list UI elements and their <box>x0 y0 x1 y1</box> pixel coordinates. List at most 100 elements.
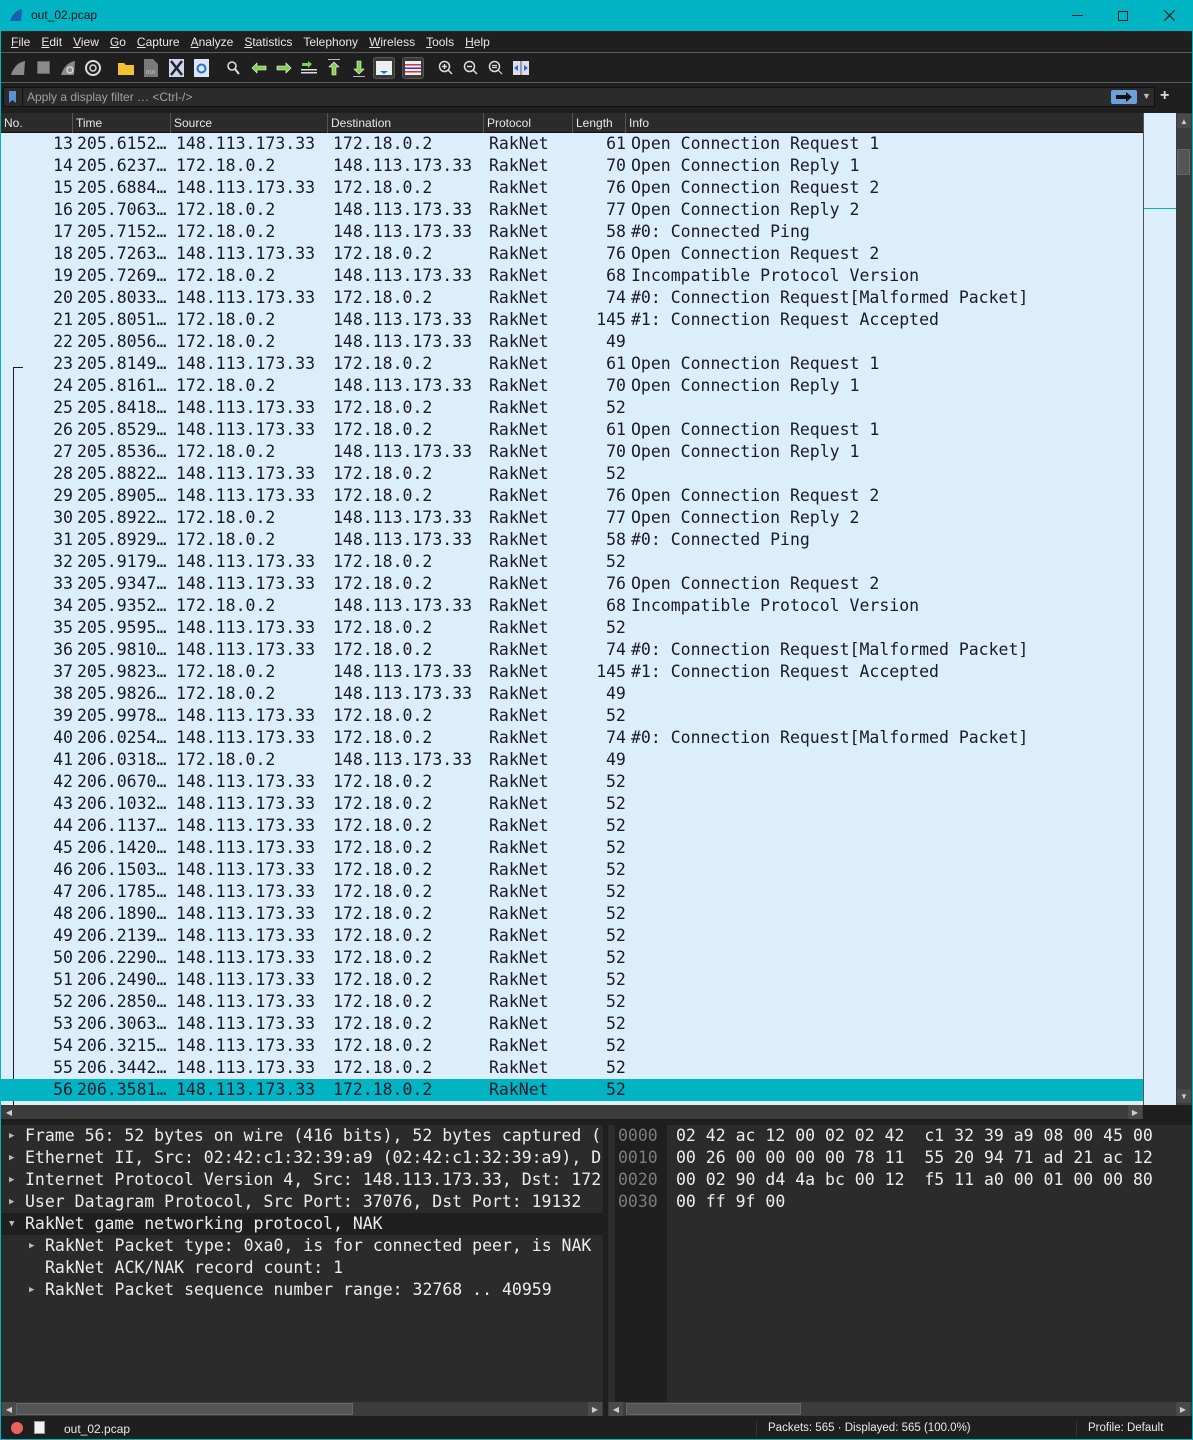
packet-row[interactable]: 52 206.2850… 148.113.173.33 172.18.0.2 RakNe… <box>1 991 1143 1013</box>
packet-row[interactable]: 19 205.7269… 172.18.0.2 148.113.173.33 RakNe… <box>1 265 1143 287</box>
maximize-button[interactable] <box>1100 0 1146 31</box>
packet-row[interactable]: 29 205.8905… 148.113.173.33 172.18.0.2 RakNe… <box>1 485 1143 507</box>
column-header-protocol[interactable]: Protocol <box>484 113 573 133</box>
packet-row[interactable]: 55 206.3442… 148.113.173.33 172.18.0.2 RakNe… <box>1 1057 1143 1079</box>
scroll-right-arrow-icon[interactable]: ▶ <box>588 1402 602 1416</box>
packet-list-horizontal-scrollbar[interactable]: ◀ ▶ <box>1 1105 1143 1119</box>
packet-row[interactable]: 26 205.8529… 148.113.173.33 172.18.0.2 RakNe… <box>1 419 1143 441</box>
packet-row[interactable]: 39 205.9978… 148.113.173.33 172.18.0.2 RakNe… <box>1 705 1143 727</box>
minimize-button[interactable] <box>1054 0 1100 31</box>
menu-capture[interactable]: Capture <box>137 35 180 49</box>
detail-tree-item[interactable]: ▶ Frame 56: 52 bytes on wire (416 bits), … <box>1 1125 603 1147</box>
scrollbar-thumb[interactable] <box>16 1403 353 1415</box>
packet-row[interactable]: 54 206.3215… 148.113.173.33 172.18.0.2 RakNe… <box>1 1035 1143 1057</box>
menu-wireless[interactable]: Wireless <box>369 35 415 49</box>
reload-file-button[interactable] <box>190 57 212 79</box>
packet-row[interactable]: 49 206.2139… 148.113.173.33 172.18.0.2 RakNe… <box>1 925 1143 947</box>
menu-edit[interactable]: Edit <box>41 35 62 49</box>
scroll-right-arrow-icon[interactable]: ▶ <box>1128 1105 1142 1119</box>
menu-help[interactable]: Help <box>465 35 490 49</box>
packet-row[interactable]: 32 205.9179… 148.113.173.33 172.18.0.2 RakNe… <box>1 551 1143 573</box>
packet-row[interactable]: 48 206.1890… 148.113.173.33 172.18.0.2 RakNe… <box>1 903 1143 925</box>
column-header-length[interactable]: Length <box>573 113 626 133</box>
packet-row[interactable]: 17 205.7152… 172.18.0.2 148.113.173.33 RakNe… <box>1 221 1143 243</box>
hex-row[interactable]: 0030 00 ff 9f 00 <box>608 1191 1192 1213</box>
packet-row[interactable]: 15 205.6884… 148.113.173.33 172.18.0.2 RakNe… <box>1 177 1143 199</box>
packet-row[interactable]: 24 205.8161… 172.18.0.2 148.113.173.33 RakNe… <box>1 375 1143 397</box>
menu-statistics[interactable]: Statistics <box>244 35 292 49</box>
packet-row[interactable]: 28 205.8822… 148.113.173.33 172.18.0.2 RakNe… <box>1 463 1143 485</box>
resize-columns-button[interactable] <box>510 57 532 79</box>
packet-row[interactable]: 33 205.9347… 148.113.173.33 172.18.0.2 RakNe… <box>1 573 1143 595</box>
expert-info-icon[interactable] <box>11 1422 23 1434</box>
packet-row[interactable]: 47 206.1785… 148.113.173.33 172.18.0.2 RakNe… <box>1 881 1143 903</box>
menu-file[interactable]: File <box>11 35 30 49</box>
column-header-source[interactable]: Source <box>171 113 328 133</box>
bytes-horizontal-scrollbar[interactable]: ◀ ▶ <box>608 1402 1192 1416</box>
hex-row[interactable]: 0000 02 42 ac 12 00 02 02 42 c1 32 39 a9 … <box>608 1125 1192 1147</box>
zoom-out-button[interactable] <box>460 57 482 79</box>
menu-view[interactable]: View <box>73 35 99 49</box>
detail-tree-item[interactable]: ▶ User Datagram Protocol, Src Port: 37076… <box>1 1191 603 1213</box>
menu-telephony[interactable]: Telephony <box>303 35 358 49</box>
scroll-left-arrow-icon[interactable]: ◀ <box>609 1402 623 1416</box>
hex-bytes[interactable]: 00 26 00 00 00 00 78 11 55 20 94 71 ad 2… <box>676 1147 1153 1169</box>
colorize-button[interactable] <box>402 56 424 79</box>
packet-row[interactable]: 37 205.9823… 172.18.0.2 148.113.173.33 RakNe… <box>1 661 1143 683</box>
detail-tree-item[interactable]: ▶ RakNet Packet sequence number range: 32… <box>1 1279 603 1301</box>
status-profile[interactable]: Profile: Default <box>1088 1422 1163 1434</box>
detail-tree-item[interactable]: ▼ RakNet game networking protocol, NAK <box>1 1213 603 1235</box>
packet-row[interactable]: 30 205.8922… 172.18.0.2 148.113.173.33 RakNe… <box>1 507 1143 529</box>
restart-capture-button[interactable] <box>57 57 79 79</box>
apply-filter-button[interactable] <box>1111 90 1137 104</box>
packet-row[interactable]: 35 205.9595… 148.113.173.33 172.18.0.2 RakNe… <box>1 617 1143 639</box>
packet-row[interactable]: 20 205.8033… 148.113.173.33 172.18.0.2 RakNe… <box>1 287 1143 309</box>
details-horizontal-scrollbar[interactable]: ◀ ▶ <box>1 1402 603 1416</box>
hex-bytes[interactable]: 00 ff 9f 00 <box>676 1191 785 1213</box>
packet-row[interactable]: 18 205.7263… 148.113.173.33 172.18.0.2 RakNe… <box>1 243 1143 265</box>
packet-row[interactable]: 44 206.1137… 148.113.173.33 172.18.0.2 RakNe… <box>1 815 1143 837</box>
display-filter-input[interactable] <box>27 89 1087 105</box>
packet-row[interactable]: 34 205.9352… 172.18.0.2 148.113.173.33 RakNe… <box>1 595 1143 617</box>
go-to-packet-button[interactable] <box>298 57 320 79</box>
packet-row[interactable]: 31 205.8929… 172.18.0.2 148.113.173.33 RakNe… <box>1 529 1143 551</box>
menu-tools[interactable]: Tools <box>426 35 454 49</box>
go-last-button[interactable] <box>348 57 370 79</box>
save-file-button[interactable]: 010 <box>140 57 162 79</box>
packet-row[interactable]: 13 205.6152… 148.113.173.33 172.18.0.2 RakNe… <box>1 133 1143 155</box>
capture-options-button[interactable] <box>82 57 104 79</box>
scroll-left-arrow-icon[interactable]: ◀ <box>2 1402 16 1416</box>
column-header-time[interactable]: Time <box>73 113 171 133</box>
bookmark-icon[interactable] <box>9 91 16 103</box>
packet-row[interactable]: 40 206.0254… 148.113.173.33 172.18.0.2 RakNe… <box>1 727 1143 749</box>
column-header-destination[interactable]: Destination <box>328 113 484 133</box>
packet-row[interactable]: 41 206.0318… 172.18.0.2 148.113.173.33 RakNe… <box>1 749 1143 771</box>
menu-analyze[interactable]: Analyze <box>191 35 234 49</box>
detail-tree-item[interactable]: ▶ Internet Protocol Version 4, Src: 148.1… <box>1 1169 603 1191</box>
go-first-button[interactable] <box>323 57 345 79</box>
hex-row[interactable]: 0010 00 26 00 00 00 00 78 11 55 20 94 71 … <box>608 1147 1192 1169</box>
scrollbar-thumb[interactable] <box>16 1106 611 1118</box>
stop-capture-button[interactable] <box>32 57 54 79</box>
packet-row[interactable]: 46 206.1503… 148.113.173.33 172.18.0.2 RakNe… <box>1 859 1143 881</box>
packet-row[interactable]: 51 206.2490… 148.113.173.33 172.18.0.2 RakNe… <box>1 969 1143 991</box>
find-packet-button[interactable] <box>223 57 245 79</box>
packet-row[interactable]: 45 206.1420… 148.113.173.33 172.18.0.2 RakNe… <box>1 837 1143 859</box>
packet-row[interactable]: 50 206.2290… 148.113.173.33 172.18.0.2 RakNe… <box>1 947 1143 969</box>
packet-row[interactable]: 22 205.8056… 172.18.0.2 148.113.173.33 RakNe… <box>1 331 1143 353</box>
capture-comment-icon[interactable] <box>34 1421 45 1434</box>
scroll-left-arrow-icon[interactable]: ◀ <box>2 1105 16 1119</box>
auto-scroll-button[interactable] <box>373 56 395 79</box>
hex-bytes[interactable]: 00 02 90 d4 4a bc 00 12 f5 11 a0 00 01 0… <box>676 1169 1153 1191</box>
close-button[interactable] <box>1146 0 1192 31</box>
menu-go[interactable]: Go <box>110 35 126 49</box>
detail-tree-item[interactable]: ▶ Ethernet II, Src: 02:42:c1:32:39:a9 (02… <box>1 1147 603 1169</box>
packet-row[interactable]: 14 205.6237… 172.18.0.2 148.113.173.33 RakNe… <box>1 155 1143 177</box>
scroll-up-arrow-icon[interactable]: ▲ <box>1177 114 1191 128</box>
packet-minimap[interactable] <box>1143 113 1177 1105</box>
hex-row[interactable]: 0020 00 02 90 d4 4a bc 00 12 f5 11 a0 00 … <box>608 1169 1192 1191</box>
hex-bytes[interactable]: 02 42 ac 12 00 02 02 42 c1 32 39 a9 08 0… <box>676 1125 1153 1147</box>
packet-row[interactable]: 43 206.1032… 148.113.173.33 172.18.0.2 RakNe… <box>1 793 1143 815</box>
add-filter-button[interactable]: + <box>1160 87 1169 105</box>
packet-row[interactable]: 21 205.8051… 172.18.0.2 148.113.173.33 RakNe… <box>1 309 1143 331</box>
